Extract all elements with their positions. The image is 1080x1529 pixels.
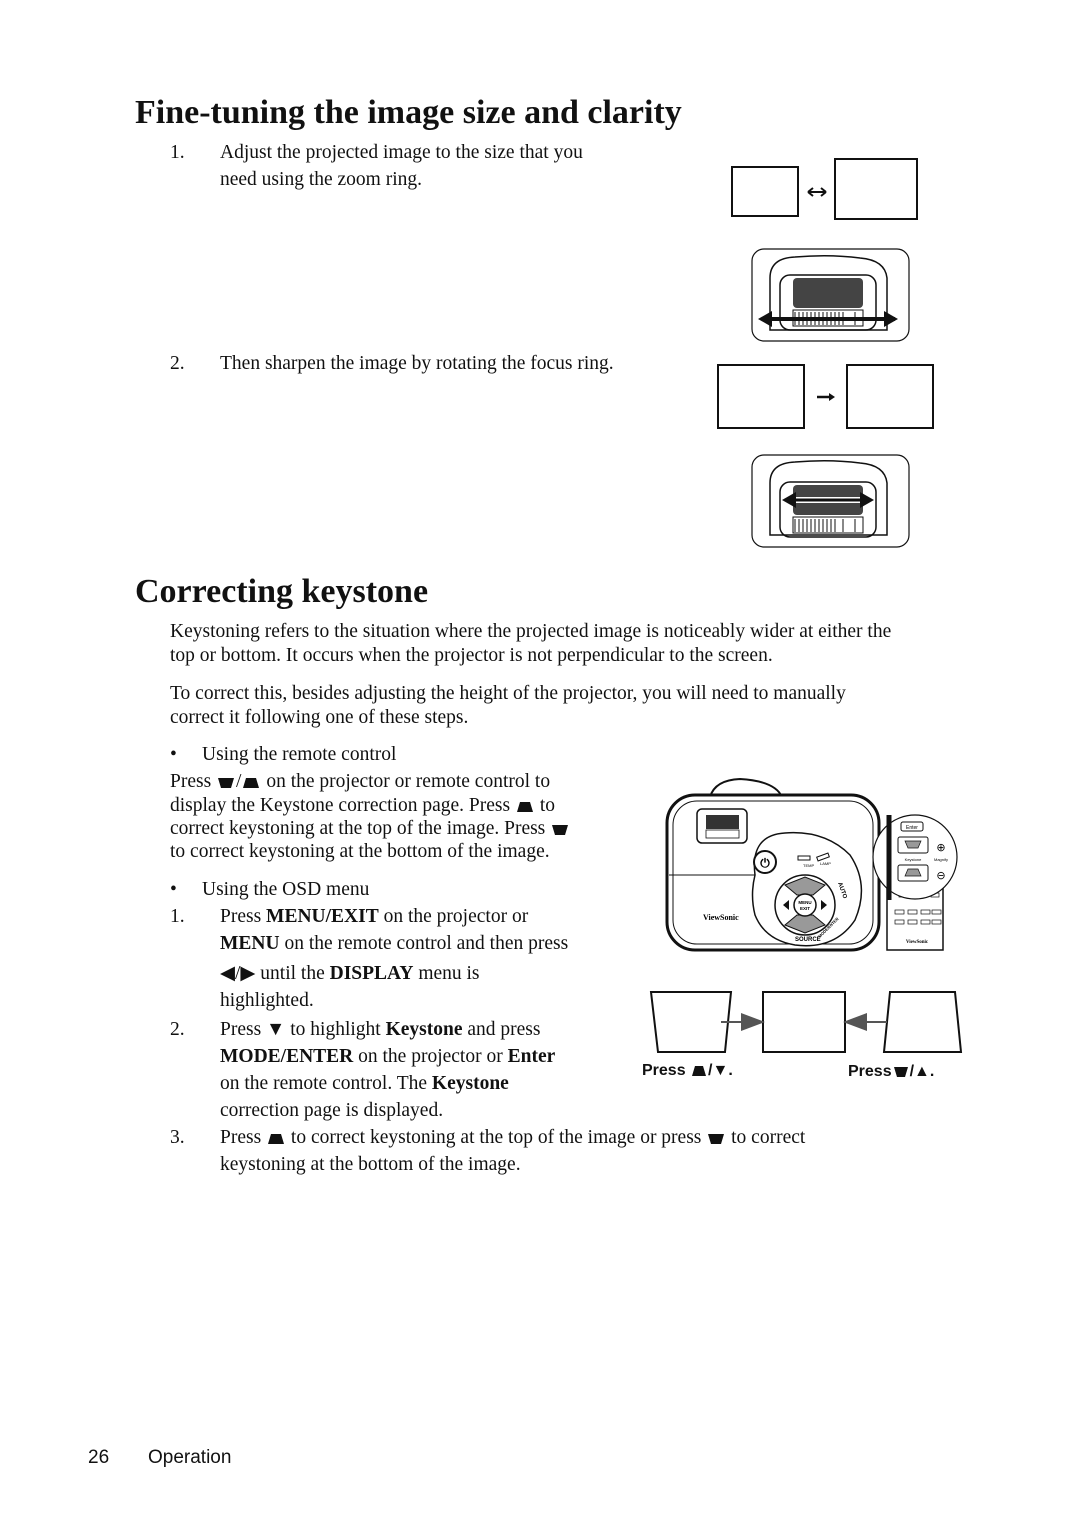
lamp-label: LAMP <box>820 861 831 866</box>
osd-line: correction page is displayed. <box>220 1100 444 1121</box>
bullet-icon: • <box>170 879 177 900</box>
remote-line: Press / on the projector or remote contr… <box>170 770 550 794</box>
text: to <box>539 795 555 816</box>
down-arrow-icon: ▼ <box>266 1019 286 1040</box>
remote-line: to correct keystoning at the bottom of t… <box>170 841 550 862</box>
keystone-label: Keystone <box>431 1073 509 1094</box>
paragraph-line: To correct this, besides adjusting the h… <box>170 683 846 704</box>
osd-line: on the remote control. The Keystone <box>220 1072 509 1096</box>
step-text: need using the zoom ring. <box>220 169 422 190</box>
zoom-diagram <box>731 158 918 342</box>
power-icon: ⏻ <box>760 856 770 870</box>
osd-line: keystoning at the bottom of the image. <box>220 1154 521 1175</box>
step-text: Then sharpen the image by rotating the f… <box>220 353 614 374</box>
keystone-correction-diagram <box>649 991 963 1053</box>
press-label-left: Press /▼. <box>642 1059 733 1083</box>
magnify-key-label: Magnify <box>934 857 948 862</box>
section-title-fine-tuning: Fine-tuning the image size and clarity <box>135 94 682 131</box>
osd-line: Press to correct keystoning at the top o… <box>220 1126 805 1150</box>
text: until the <box>260 963 325 984</box>
text: to correct keystoning at the top of the … <box>290 1127 702 1148</box>
step-number: 2. <box>170 353 185 374</box>
enter-label: Enter <box>507 1046 556 1067</box>
text: on the remote control and then press <box>284 933 569 954</box>
keystone-down-icon <box>708 1133 725 1144</box>
zoom-in-icon: ⊕ <box>936 841 945 854</box>
text: / <box>236 771 242 792</box>
text: Press <box>220 906 262 927</box>
step-number: 3. <box>170 1127 185 1148</box>
bullet-osd-menu: Using the OSD menu <box>202 879 370 900</box>
text: to correct <box>731 1127 806 1148</box>
text: Press <box>220 1127 262 1148</box>
osd-line: Press ▼ to highlight Keystone and press <box>220 1018 540 1042</box>
text: on the projector or remote control to <box>266 771 551 792</box>
temp-label: TEMP <box>803 863 814 868</box>
paragraph-line: top or bottom. It occurs when the projec… <box>170 645 773 666</box>
menu-exit-label: MENU/EXIT <box>266 906 379 927</box>
menu-button-label: MENU <box>798 900 811 905</box>
remote-line: display the Keystone correction page. Pr… <box>170 794 555 818</box>
brand-logo: ViewSonic <box>703 913 739 922</box>
projector-illustration: ⏻ TEMP LAMP MENU EXIT SOURCE AUTO MODE/E… <box>665 777 958 952</box>
keystone-up-icon <box>268 1133 285 1144</box>
left-right-arrow-icon: ◀/▶ <box>220 963 256 984</box>
text: to highlight <box>290 1019 381 1040</box>
text: Press <box>170 771 212 792</box>
osd-line: Press MENU/EXIT on the projector or <box>220 905 528 929</box>
text: display the Keystone correction page. Pr… <box>170 795 511 816</box>
menu-label: MENU <box>220 933 280 954</box>
paragraph-line: Keystoning refers to the situation where… <box>170 621 892 642</box>
mode-enter-label: MODE/ENTER <box>220 1046 354 1067</box>
remote-brand: ViewSonic <box>906 940 929 945</box>
osd-line: MENU on the remote control and then pres… <box>220 932 568 956</box>
keystone-key-label: Keystone <box>905 857 922 862</box>
step-number: 1. <box>170 142 185 163</box>
keystone-down-icon <box>552 824 569 835</box>
keystone-down-icon <box>218 777 235 788</box>
footer-section: Operation <box>148 1447 232 1468</box>
enter-key-label: Enter <box>906 825 918 831</box>
display-label: DISPLAY <box>329 963 414 984</box>
exit-button-label: EXIT <box>800 906 810 911</box>
bullet-remote-control: Using the remote control <box>202 744 397 765</box>
keystone-down-icon <box>893 1066 908 1077</box>
remote-line: correct keystoning at the top of the ima… <box>170 817 570 841</box>
section-title-keystone: Correcting keystone <box>135 573 429 610</box>
zoom-out-icon: ⊖ <box>936 869 945 882</box>
keystone-up-icon <box>692 1065 707 1076</box>
keystone-label: Keystone <box>385 1019 463 1040</box>
text: /▼. <box>708 1062 733 1079</box>
page-number: 26 <box>88 1447 110 1468</box>
text: Press <box>220 1019 262 1040</box>
text: /▲. <box>909 1063 935 1080</box>
keystone-up-icon <box>243 777 260 788</box>
paragraph-line: correct it following one of these steps. <box>170 707 469 728</box>
press-label-right: Press /▲. <box>848 1060 934 1084</box>
keystone-up-icon <box>516 801 533 812</box>
focus-diagram <box>717 364 934 548</box>
text: on the projector or <box>358 1046 503 1067</box>
osd-line: ◀/▶ until the DISPLAY menu is <box>220 962 480 986</box>
step-number: 2. <box>170 1019 185 1040</box>
text: Press <box>848 1063 892 1080</box>
text: and press <box>467 1019 541 1040</box>
osd-line: highlighted. <box>220 990 314 1011</box>
source-button-label: SOURCE <box>795 937 821 943</box>
text: menu is <box>418 963 480 984</box>
text: correct keystoning at the top of the ima… <box>170 818 546 839</box>
step-text: Adjust the projected image to the size t… <box>220 142 583 163</box>
text: Press <box>642 1062 686 1079</box>
text: on the remote control. The <box>220 1073 428 1094</box>
bullet-icon: • <box>170 744 177 765</box>
text: on the projector or <box>383 906 529 927</box>
osd-line: MODE/ENTER on the projector or Enter <box>220 1045 555 1069</box>
step-number: 1. <box>170 906 185 927</box>
